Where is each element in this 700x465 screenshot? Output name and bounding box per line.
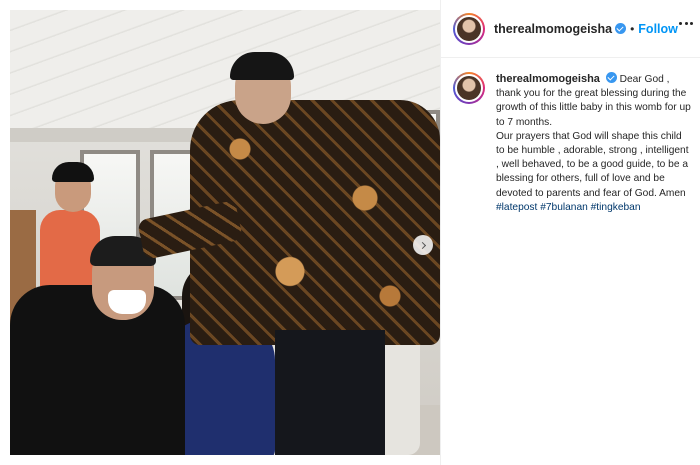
post-header: therealmomogeisha • Follow <box>441 0 700 58</box>
avatar-image <box>455 74 483 102</box>
verified-badge-icon <box>605 72 617 83</box>
author-username-text[interactable]: therealmomogeisha <box>494 22 612 36</box>
more-dot <box>690 22 693 25</box>
more-options-icon[interactable] <box>679 22 693 26</box>
caption-username[interactable]: therealmomogeisha <box>496 73 600 85</box>
author-username[interactable]: therealmomogeisha <box>494 22 627 36</box>
caption-paragraph-2: Our prayers that God will shape this chi… <box>496 130 689 199</box>
instagram-post: therealmomogeisha • Follow therealmomoge… <box>0 0 700 465</box>
separator-dot: • <box>630 21 635 36</box>
verified-badge-icon <box>615 22 627 34</box>
caption-avatar[interactable] <box>453 72 485 104</box>
avatar-image <box>455 14 483 43</box>
hashtag-link[interactable]: #7bulanan <box>540 202 588 213</box>
photo-mask <box>108 290 146 314</box>
photo-man-seated <box>10 285 185 455</box>
follow-button[interactable]: Follow <box>638 22 678 36</box>
more-dot <box>679 22 682 25</box>
author-avatar[interactable] <box>453 12 485 45</box>
post-side-panel: therealmomogeisha • Follow therealmomoge… <box>440 0 700 465</box>
photo-man-standing-legs <box>275 330 385 455</box>
caption-paragraph-1: therealmomogeisha Dear God , thank you f… <box>496 72 693 130</box>
photo-man-standing-hair <box>230 52 294 80</box>
chevron-right-icon <box>418 241 426 249</box>
caption-row: therealmomogeisha Dear God , thank you f… <box>453 72 693 215</box>
caption-hashtags: #latepost #7bulanan #tingkeban <box>496 201 693 215</box>
caption-text: therealmomogeisha Dear God , thank you f… <box>496 72 693 215</box>
hashtag-link[interactable]: #latepost <box>496 202 537 213</box>
photo-person-background-hair <box>52 162 94 182</box>
more-dot <box>684 22 688 25</box>
hashtag-link[interactable]: #tingkeban <box>591 202 641 213</box>
next-photo-button[interactable] <box>413 235 433 255</box>
post-photo[interactable] <box>10 10 440 455</box>
